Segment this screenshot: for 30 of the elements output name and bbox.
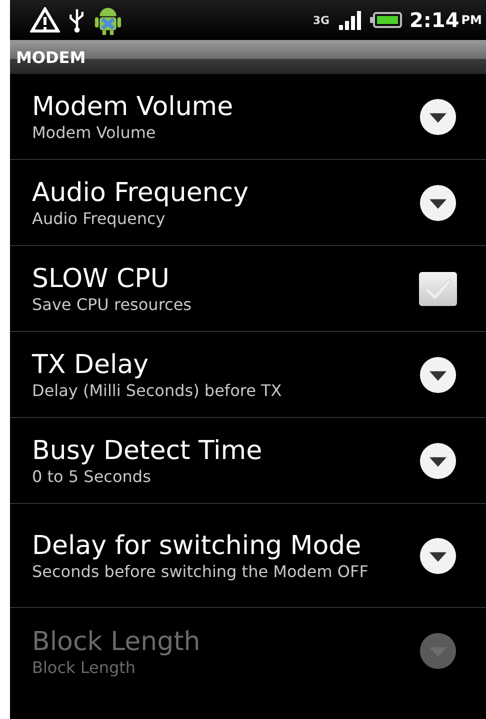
battery-icon	[370, 12, 402, 28]
preference-title: SLOW CPU	[32, 263, 170, 295]
preference-title: Block Length	[32, 626, 202, 658]
preference-title: Modem Volume	[32, 91, 234, 123]
usb-icon	[68, 7, 86, 33]
signal-icon	[338, 10, 362, 30]
preference-summary: Modem Volume	[32, 123, 157, 142]
preference-summary: Seconds before switching the Modem OFF	[32, 562, 370, 581]
preference-item[interactable]: SLOW CPU Save CPU resources	[10, 246, 486, 332]
preference-summary: Block Length	[32, 658, 137, 676]
preference-summary: Save CPU resources	[32, 295, 193, 314]
clock-time: 2:14	[410, 8, 460, 32]
preference-title: Delay for switching Mode	[32, 530, 362, 562]
preference-item[interactable]: Busy Detect Time 0 to 5 Seconds	[10, 418, 486, 504]
preference-item[interactable]: TX Delay Delay (Milli Seconds) before TX	[10, 332, 486, 418]
preference-title: TX Delay	[32, 349, 150, 381]
robot-icon	[94, 5, 122, 35]
preference-item[interactable]: Audio Frequency Audio Frequency	[10, 160, 486, 246]
preference-summary: Audio Frequency	[32, 209, 166, 228]
preference-title: Audio Frequency	[32, 177, 250, 209]
warning-icon	[30, 7, 60, 33]
preference-summary: 0 to 5 Seconds	[32, 467, 152, 486]
network-type: 3G	[312, 14, 330, 26]
preference-title: Busy Detect Time	[32, 435, 264, 467]
checkbox[interactable]	[418, 270, 458, 306]
section-title: MODEM	[16, 48, 86, 66]
preference-summary: Delay (Milli Seconds) before TX	[32, 381, 283, 400]
preference-item[interactable]: Modem Volume Modem Volume	[10, 74, 486, 160]
clock-period: PM	[461, 13, 482, 27]
preference-item[interactable]: Delay for switching Mode Seconds before switching the Modem OFF	[10, 504, 486, 608]
